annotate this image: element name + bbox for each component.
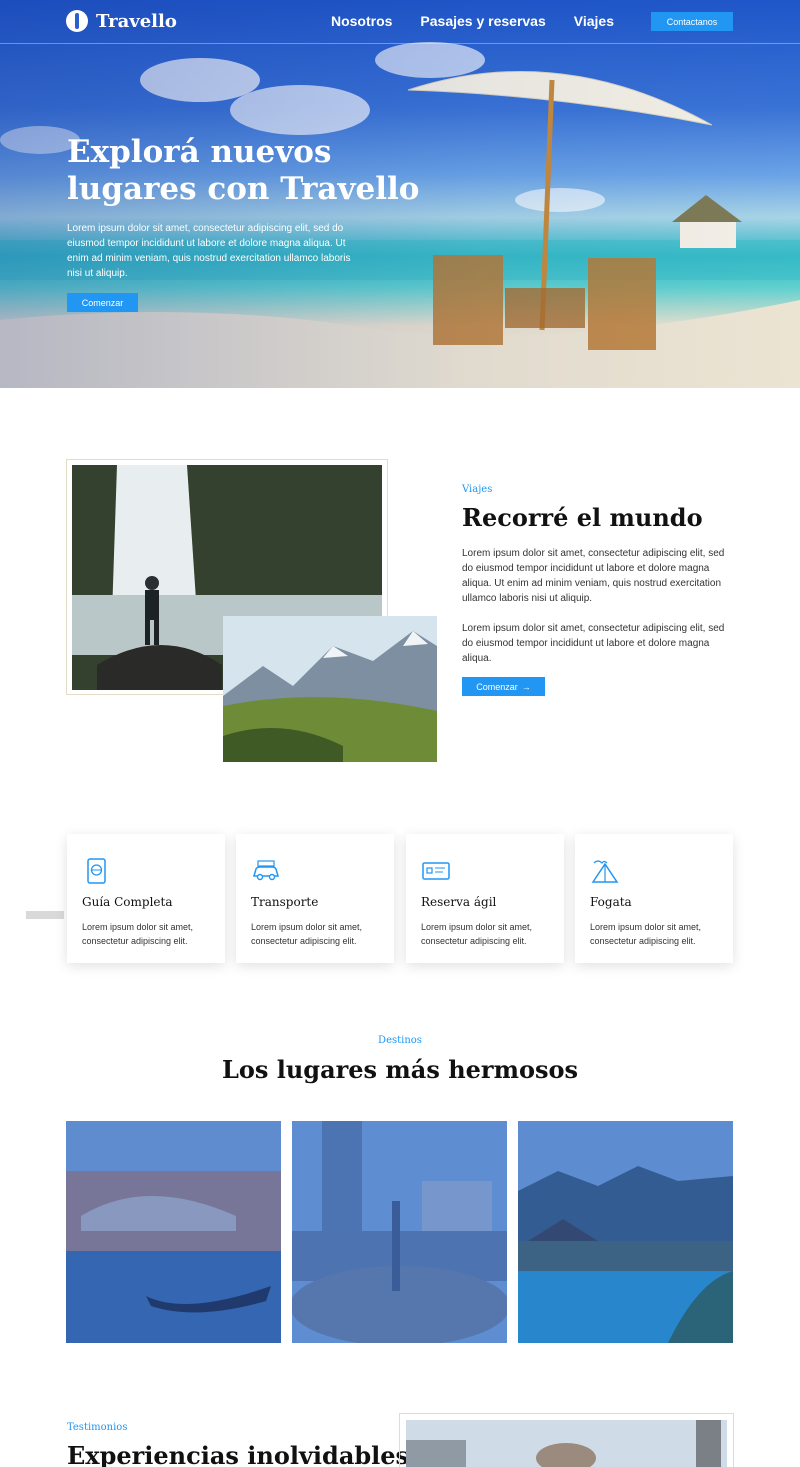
tent-icon — [591, 860, 619, 883]
nav-divider — [0, 43, 800, 44]
nav-link-nosotros[interactable]: Nosotros — [331, 13, 392, 29]
testimonials-title: Experiencias inolvidables — [67, 1441, 410, 1467]
contact-button[interactable]: Contactanos — [651, 12, 733, 31]
main-nav: Nosotros Pasajes y reservas Viajes — [331, 13, 614, 29]
feature-text: Lorem ipsum dolor sit amet, consectetur … — [421, 922, 533, 946]
feature-card-fogata: Fogata Lorem ipsum dolor sit amet, conse… — [575, 834, 733, 963]
destination-tint — [518, 1121, 733, 1343]
brand-logo[interactable]: Travello — [66, 10, 177, 32]
brand-name: Travello — [96, 10, 177, 32]
feature-card-transporte: Transporte Lorem ipsum dolor sit amet, c… — [236, 834, 394, 963]
destination-venice-image[interactable] — [66, 1121, 281, 1343]
feature-text: Lorem ipsum dolor sit amet, consectetur … — [590, 922, 702, 946]
feature-title: Guía Completa — [82, 895, 173, 909]
hero-section: Travello Nosotros Pasajes y reservas Via… — [0, 0, 800, 388]
hero-text: Lorem ipsum dolor sit amet, consectetur … — [67, 223, 351, 279]
feature-card-reserva: Reserva ágil Lorem ipsum dolor sit amet,… — [406, 834, 564, 963]
feature-card-guia: Guía Completa Lorem ipsum dolor sit amet… — [67, 834, 225, 963]
about-paragraph-1: Lorem ipsum dolor sit amet, consectetur … — [462, 548, 725, 604]
testimonials-kicker: Testimonios — [67, 1422, 128, 1433]
about-start-button[interactable]: Comenzar → — [462, 677, 545, 696]
feature-text: Lorem ipsum dolor sit amet, consectetur … — [251, 922, 363, 946]
destination-resort-image[interactable] — [518, 1121, 733, 1343]
feature-title: Reserva ágil — [421, 895, 497, 909]
destinations-title: Los lugares más hermosos — [221, 1055, 579, 1084]
arrow-right-icon: → — [521, 681, 531, 692]
passport-icon — [87, 858, 106, 884]
ticket-card-icon — [422, 862, 450, 880]
car-icon — [253, 860, 279, 881]
hero-start-button[interactable]: Comenzar — [67, 293, 138, 312]
logo-icon — [66, 10, 88, 32]
testimonial-photo — [406, 1420, 727, 1467]
nav-link-viajes[interactable]: Viajes — [574, 13, 614, 29]
destination-tint — [292, 1121, 507, 1343]
hero-title: Explorá nuevos lugares con Travello — [67, 134, 420, 207]
destination-city-image[interactable] — [292, 1121, 507, 1343]
mountain-valley-image — [223, 616, 437, 762]
nav-link-pasajes[interactable]: Pasajes y reservas — [420, 13, 545, 29]
destinations-kicker: Destinos — [378, 1035, 422, 1046]
destination-tint — [66, 1121, 281, 1343]
feature-title: Transporte — [251, 895, 319, 909]
decorative-bar — [26, 911, 64, 919]
feature-title: Fogata — [590, 895, 632, 909]
about-paragraph-2: Lorem ipsum dolor sit amet, consectetur … — [462, 623, 725, 664]
about-kicker: Viajes — [462, 484, 493, 495]
feature-text: Lorem ipsum dolor sit amet, consectetur … — [82, 922, 194, 946]
about-title: Recorré el mundo — [462, 503, 703, 532]
about-start-label: Comenzar — [476, 681, 518, 692]
